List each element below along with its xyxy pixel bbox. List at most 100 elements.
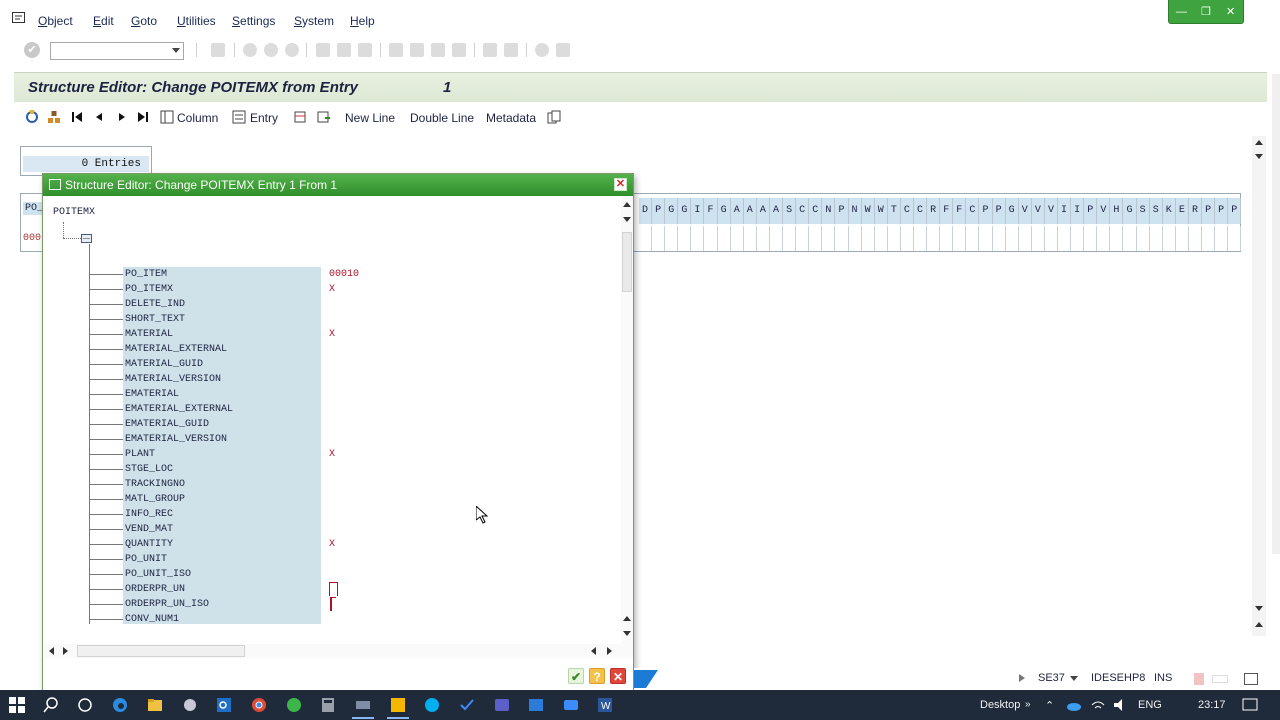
table-header-cell[interactable]: W (874, 198, 888, 224)
table-cell[interactable] (1202, 226, 1216, 251)
table-header-cell[interactable]: R (1188, 198, 1203, 224)
help-question-icon[interactable]: ? (589, 668, 605, 684)
table-header-cell[interactable]: P (652, 198, 666, 224)
table-header-cell[interactable]: I (1058, 198, 1072, 224)
table-cell[interactable] (940, 226, 954, 251)
menu-utilities[interactable]: Utilities (177, 14, 216, 28)
table-cell[interactable] (1032, 226, 1045, 251)
table-cell[interactable] (1058, 226, 1072, 251)
entry-button[interactable]: Entry (250, 111, 278, 125)
scroll-up-icon[interactable] (1255, 622, 1263, 627)
table-cell[interactable] (1150, 226, 1163, 251)
menu-system[interactable]: System (294, 14, 334, 28)
enter-icon[interactable]: ✔ (24, 42, 40, 58)
table-header-cell[interactable]: P (1215, 198, 1229, 224)
scroll-down-icon[interactable] (623, 631, 631, 636)
scroll-thumb[interactable] (77, 645, 245, 657)
table-cell[interactable] (691, 226, 705, 251)
field-value-input[interactable]: X (329, 537, 335, 552)
clock[interactable]: 23:17 (1198, 699, 1226, 711)
scroll-down-icon[interactable] (1255, 606, 1263, 611)
scroll-up-icon[interactable] (1255, 140, 1263, 145)
table-header-cell[interactable]: S (783, 198, 797, 224)
new-line-button[interactable]: New Line (345, 111, 395, 125)
next-page-icon[interactable] (431, 43, 445, 57)
table-header-cell[interactable]: V (1097, 198, 1111, 224)
help-icon[interactable] (535, 43, 549, 57)
language-indicator[interactable]: ENG (1138, 699, 1162, 711)
table-cell[interactable] (822, 226, 836, 251)
table-header-cell[interactable]: H (1110, 198, 1124, 224)
table-header-cell[interactable]: V (1031, 198, 1045, 224)
table-header-cell[interactable]: A (769, 198, 784, 224)
first-entry-icon[interactable] (70, 110, 84, 124)
print-icon[interactable] (316, 43, 330, 57)
save-icon[interactable] (211, 43, 225, 57)
cancel-x-icon[interactable]: ✕ (610, 668, 626, 684)
table-cell[interactable] (1123, 226, 1137, 251)
volume-icon[interactable] (1112, 697, 1128, 713)
table-header-cell[interactable]: P (1228, 198, 1242, 224)
table-cell[interactable] (796, 226, 810, 251)
double-line-button[interactable]: Double Line (410, 111, 474, 125)
table-cell[interactable] (927, 226, 941, 251)
table-header-cell[interactable]: P (1084, 198, 1098, 224)
table-header-cell[interactable]: E (1175, 198, 1189, 224)
app-icon[interactable] (182, 697, 198, 713)
field-value-input[interactable]: X (329, 282, 335, 297)
refresh-icon[interactable] (25, 110, 39, 124)
status-toggle-icon[interactable] (1019, 674, 1025, 682)
chevron-up-icon[interactable]: ⌃ (1045, 699, 1054, 712)
scroll-right-icon[interactable] (63, 647, 68, 655)
table-cell[interactable] (979, 226, 993, 251)
table-header-cell[interactable]: V (1018, 198, 1032, 224)
scroll-down-icon[interactable] (1255, 154, 1263, 159)
table-header-cell[interactable]: C (900, 198, 914, 224)
scroll-down-icon[interactable] (623, 217, 631, 222)
table-cell[interactable] (901, 226, 914, 251)
cortana-icon[interactable] (77, 697, 93, 713)
table-header-cell[interactable]: D (639, 198, 653, 224)
chrome-icon[interactable] (251, 697, 267, 713)
input-mode[interactable]: INS (1154, 672, 1172, 684)
table-header-cell[interactable]: R (927, 198, 941, 224)
sticky-notes-icon[interactable] (390, 697, 406, 713)
sap-logon-icon[interactable] (355, 697, 371, 713)
table-cell[interactable] (875, 226, 888, 251)
back-icon[interactable] (243, 43, 257, 57)
table-header-cell[interactable]: F (704, 198, 718, 224)
table-cell[interactable] (1110, 226, 1124, 251)
new-session-icon[interactable] (483, 43, 497, 57)
column-icon[interactable] (160, 110, 174, 124)
table-header-cell[interactable]: N (822, 198, 836, 224)
table-cell[interactable] (783, 226, 797, 251)
table-header-cell[interactable]: P (992, 198, 1006, 224)
table-header-cell[interactable]: P (835, 198, 849, 224)
scroll-thumb[interactable] (622, 232, 632, 292)
table-cell[interactable] (1163, 226, 1176, 251)
table-header-cell[interactable]: G (1005, 198, 1019, 224)
table-header-cell[interactable]: K (1162, 198, 1176, 224)
dialog-vertical-scrollbar[interactable] (621, 196, 633, 644)
window-app-icon[interactable] (528, 697, 544, 713)
table-header-cell[interactable]: S (1136, 198, 1150, 224)
menu-help[interactable]: Help (350, 14, 375, 28)
calculator-icon[interactable] (320, 697, 336, 713)
menu-edit[interactable]: Edit (93, 14, 114, 28)
entry-icon[interactable] (232, 110, 246, 124)
table-cell[interactable] (1176, 226, 1189, 251)
find-next-icon[interactable] (358, 43, 372, 57)
table-cell[interactable] (914, 226, 928, 251)
table-cell[interactable] (665, 226, 679, 251)
cancel-icon[interactable] (285, 43, 299, 57)
table-header-cell[interactable]: F (940, 198, 954, 224)
todo-icon[interactable] (459, 697, 475, 713)
green-app-icon[interactable] (286, 697, 302, 713)
field-value-input[interactable]: X (329, 327, 335, 342)
previous-entry-icon[interactable] (92, 110, 106, 124)
main-vertical-scrollbar[interactable] (1252, 136, 1266, 636)
wifi-icon[interactable] (1090, 697, 1106, 713)
desktop-toolbar-label[interactable]: Desktop (980, 699, 1020, 711)
layout-menu-icon[interactable] (556, 43, 570, 57)
copy-icon[interactable] (547, 110, 561, 124)
